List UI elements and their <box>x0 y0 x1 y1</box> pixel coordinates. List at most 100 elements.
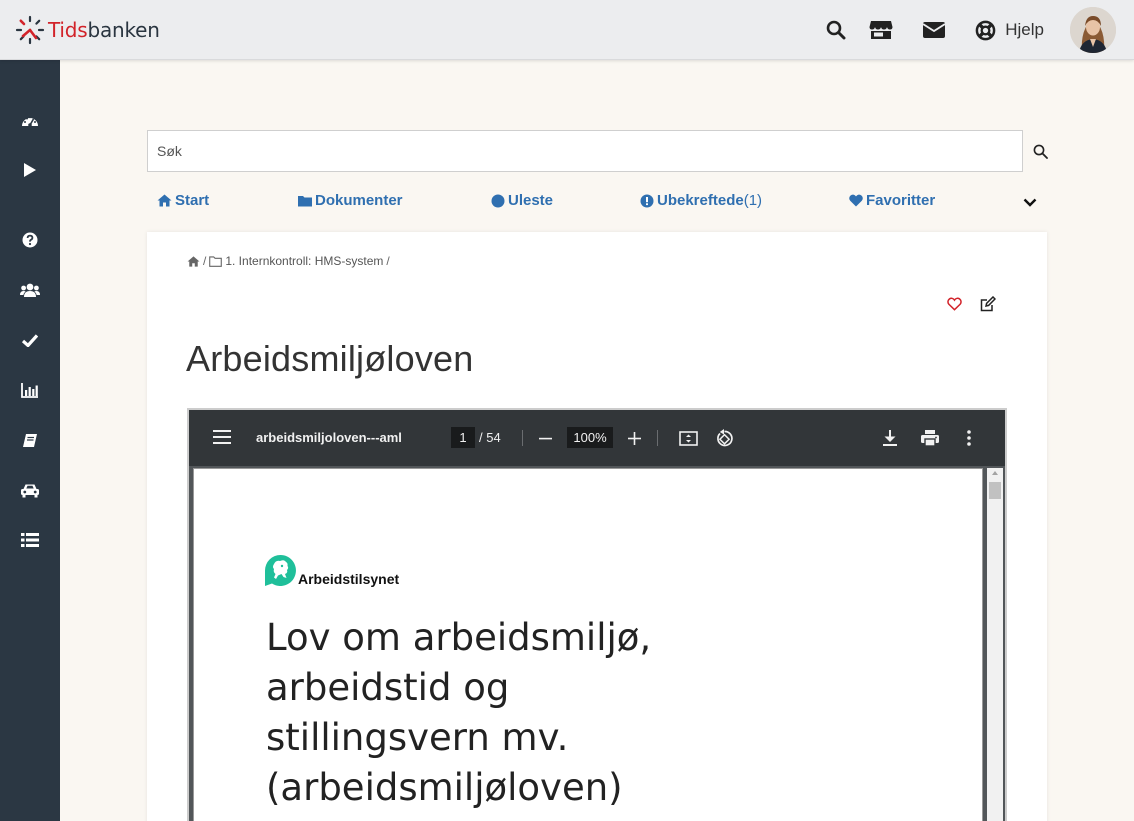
tab-unread[interactable]: Uleste <box>491 192 553 209</box>
tidsbanken-logo-icon <box>15 15 45 45</box>
pdf-zoom-out-button[interactable] <box>538 431 552 445</box>
search-icon[interactable] <box>824 18 848 42</box>
more-vertical-icon <box>967 430 971 446</box>
help-button[interactable]: Hjelp <box>975 20 1044 41</box>
pdf-print-button[interactable] <box>920 429 940 447</box>
users-icon <box>20 282 40 298</box>
pdf-toolbar-divider <box>657 430 658 446</box>
search-bar <box>147 130 1023 172</box>
lifebuoy-icon <box>975 20 996 41</box>
sidebar-item-users[interactable] <box>0 270 60 310</box>
unconfirmed-count: (1) <box>743 192 763 209</box>
check-icon <box>22 333 38 347</box>
tab-start-label: Start <box>175 192 210 209</box>
minus-icon <box>538 432 552 445</box>
circle-icon <box>491 194 508 208</box>
breadcrumb-folder-link[interactable]: 1. Internkontroll: HMS-system <box>225 254 383 268</box>
pdf-page-input[interactable] <box>451 427 475 448</box>
document-card: / 1. Internkontroll: HMS-system / Arbeid… <box>147 232 1047 821</box>
pdf-filename: arbeidsmiljoloven---aml <box>256 430 402 445</box>
search-button[interactable] <box>1030 141 1050 161</box>
list-icon <box>21 533 39 547</box>
store-icon[interactable] <box>869 18 893 42</box>
edit-button[interactable] <box>979 295 997 313</box>
pdf-viewer: arbeidsmiljoloven---aml / 54 100% <box>187 408 1007 821</box>
sidebar <box>0 60 60 821</box>
pdf-zoom-in-button[interactable] <box>627 431 641 445</box>
pdf-toolbar: arbeidsmiljoloven---aml / 54 100% <box>189 410 1005 466</box>
sidebar-item-help[interactable] <box>0 220 60 260</box>
home-icon <box>157 194 175 207</box>
hamburger-icon <box>213 430 231 444</box>
folder-outline-icon <box>209 255 223 267</box>
bar-chart-icon <box>21 382 39 398</box>
tab-start[interactable]: Start <box>157 192 209 209</box>
heart-outline-icon <box>946 297 962 311</box>
breadcrumb-separator: / <box>386 254 390 268</box>
chevron-down-icon <box>1023 198 1037 207</box>
favorite-button[interactable] <box>945 295 963 313</box>
pdf-download-button[interactable] <box>882 429 898 447</box>
tab-unread-label: Uleste <box>508 192 554 209</box>
rotate-icon <box>715 428 734 448</box>
play-icon <box>23 162 37 178</box>
top-bar: Tidsbanken Hjelp <box>0 0 1134 60</box>
folder-icon <box>298 195 315 207</box>
print-icon <box>921 430 939 446</box>
tab-documents-label: Dokumenter <box>315 192 403 209</box>
edit-icon <box>980 296 996 312</box>
car-icon <box>20 483 40 498</box>
tab-favorites[interactable]: Favoritter <box>849 192 935 209</box>
scroll-up-arrow-icon[interactable] <box>992 471 998 475</box>
heart-icon <box>849 194 866 207</box>
plus-icon <box>627 431 641 445</box>
sidebar-item-dashboard[interactable] <box>0 101 60 141</box>
help-label: Hjelp <box>1005 20 1044 39</box>
avatar[interactable] <box>1070 7 1116 53</box>
pdf-title-line: (arbeidsmiljøloven) <box>266 766 623 809</box>
tidsbanken-logo[interactable]: Tidsbanken <box>14 14 160 46</box>
pdf-page-total: / 54 <box>479 430 501 445</box>
sidebar-item-play[interactable] <box>0 150 60 190</box>
tab-unconfirmed-label: Ubekreftede <box>657 192 744 209</box>
page-title: Arbeidsmiljøloven <box>186 338 474 379</box>
tab-documents[interactable]: Dokumenter <box>298 192 403 209</box>
pdf-title-line: Lov om arbeidsmiljø, <box>266 616 652 659</box>
sidebar-item-list[interactable] <box>0 520 60 560</box>
tab-unconfirmed[interactable]: Ubekreftede (1) <box>640 192 762 209</box>
pdf-toolbar-divider <box>522 430 523 446</box>
search-icon <box>1033 144 1048 159</box>
book-icon <box>22 433 38 448</box>
arbeidstilsynet-lion-icon <box>265 555 296 587</box>
sidebar-item-reports[interactable] <box>0 370 60 410</box>
mail-icon[interactable] <box>922 18 946 42</box>
pdf-zoom-field[interactable]: 100% <box>567 427 613 448</box>
pdf-scroll-thumb[interactable] <box>989 482 1001 499</box>
pdf-title-line: stillingsvern mv. <box>266 716 569 759</box>
pdf-document-title: Lov om arbeidsmiljø, arbeidstid og still… <box>266 613 826 813</box>
brand-name: Tidsbanken <box>48 18 160 42</box>
pdf-title-line: arbeidstid og <box>266 666 510 709</box>
breadcrumb-separator: / <box>203 254 207 268</box>
arbeidstilsynet-name: Arbeidstilsynet <box>298 571 400 587</box>
dashboard-icon <box>21 113 39 129</box>
download-icon <box>883 430 897 446</box>
sidebar-item-vehicles[interactable] <box>0 470 60 510</box>
question-icon <box>22 232 38 248</box>
pdf-scrollbar[interactable] <box>987 468 1003 821</box>
arbeidstilsynet-logo: Arbeidstilsynet <box>265 555 399 587</box>
nav-more-button[interactable] <box>1021 193 1039 211</box>
tab-favorites-label: Favoritter <box>866 192 936 209</box>
search-input[interactable] <box>147 130 1023 172</box>
pdf-more-button[interactable] <box>963 429 975 447</box>
breadcrumb: / 1. Internkontroll: HMS-system / <box>187 254 393 268</box>
sidebar-item-tasks[interactable] <box>0 320 60 360</box>
pdf-fit-page-button[interactable] <box>678 429 698 447</box>
fit-page-icon <box>678 430 698 446</box>
header-actions: Hjelp <box>824 0 1134 60</box>
pdf-rotate-button[interactable] <box>714 428 734 448</box>
sidebar-item-handbook[interactable] <box>0 420 60 460</box>
pdf-page: Arbeidstilsynet Lov om arbeidsmiljø, arb… <box>193 468 983 821</box>
home-icon[interactable] <box>187 255 200 267</box>
pdf-menu-button[interactable] <box>213 429 231 445</box>
